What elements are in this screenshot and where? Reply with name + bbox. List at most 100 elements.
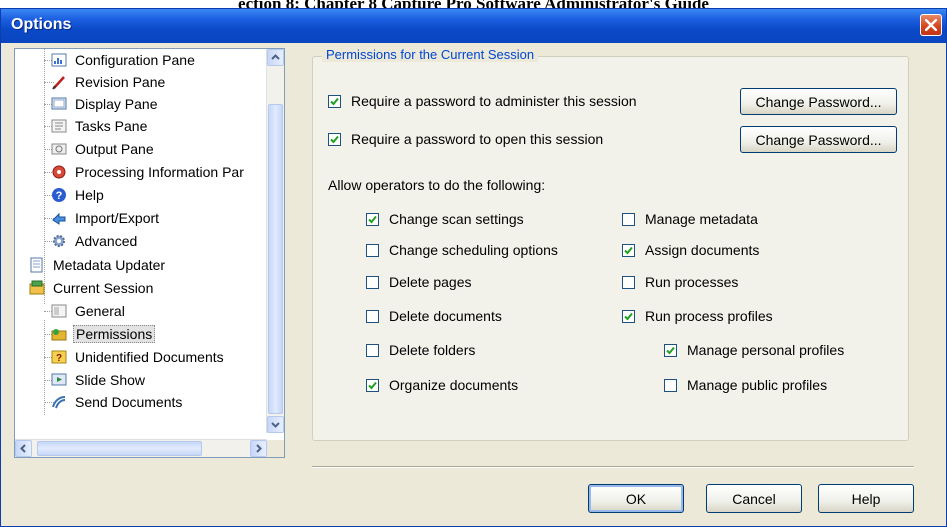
options-tree[interactable]: Configuration Pane Revision Pane Display P… [14, 48, 285, 458]
tree-item[interactable]: ? Help [51, 184, 106, 206]
tree-item-label: Permissions [73, 325, 156, 343]
tasks-pane-icon [51, 119, 67, 133]
scroll-down-button[interactable] [267, 416, 284, 433]
close-button[interactable] [920, 14, 942, 36]
unidentified-documents-icon: ? [51, 350, 67, 364]
checkmark-icon [330, 135, 339, 143]
processing-information-icon [52, 165, 66, 179]
tree-item[interactable]: Send Documents [51, 391, 184, 413]
tree-item[interactable]: Output Pane [51, 138, 156, 160]
tree-horizontal-scrollbar[interactable] [15, 439, 267, 457]
tree-item-label: Tasks Pane [75, 118, 148, 134]
scroll-left-button[interactable] [15, 440, 32, 457]
permission-option-checkbox[interactable]: Change scan settings [366, 211, 524, 227]
allow-operators-label: Allow operators to do the following: [328, 177, 546, 193]
permission-option-checkbox[interactable]: Run processes [622, 274, 738, 290]
checkmark-icon [368, 381, 377, 389]
tree-vertical-scrollbar[interactable] [266, 49, 284, 433]
tree-item[interactable]: Processing Information Par [51, 161, 246, 183]
checkbox-box[interactable] [664, 378, 677, 392]
cancel-button[interactable]: Cancel [706, 484, 802, 513]
permission-option-checkbox[interactable]: Delete documents [366, 308, 502, 324]
output-pane-icon [51, 143, 67, 155]
checkbox-label: Manage personal profiles [687, 342, 845, 358]
tree-item[interactable]: Revision Pane [51, 71, 167, 93]
checkbox-box[interactable] [622, 275, 635, 289]
page-heading-fragment: ection 8: Chapter 8 Capture Pro Software… [0, 0, 947, 8]
permission-option-checkbox[interactable]: Change scheduling options [366, 242, 558, 258]
checkbox-label: Change scan settings [389, 211, 524, 227]
arrow-right-icon [256, 444, 262, 453]
checkmark-icon [330, 97, 339, 105]
permission-option-checkbox[interactable]: Run process profiles [622, 308, 773, 324]
tree-item[interactable]: Slide Show [51, 369, 147, 391]
tree-item[interactable]: Display Pane [51, 93, 160, 115]
scroll-right-button[interactable] [250, 440, 267, 457]
permission-option-checkbox[interactable]: Delete folders [366, 342, 475, 358]
help-icon: ? [52, 188, 66, 202]
tree-item[interactable]: Permissions [51, 323, 156, 345]
tree-item[interactable]: Current Session [29, 277, 155, 299]
tree-item-label: Send Documents [75, 394, 183, 410]
horizontal-scroll-thumb[interactable] [37, 441, 202, 456]
tree-item[interactable]: Advanced [51, 230, 139, 252]
tree-item[interactable]: Tasks Pane [51, 115, 149, 137]
permission-option-checkbox[interactable]: Organize documents [366, 377, 518, 393]
checkbox-label: Require a password to administer this se… [351, 93, 637, 109]
require-open-password-checkbox[interactable]: Require a password to open this session [328, 131, 603, 147]
revision-pane-icon [52, 76, 65, 90]
checkbox-label: Manage metadata [645, 211, 758, 227]
tree-item[interactable]: Configuration Pane [51, 49, 197, 71]
checkbox-label: Organize documents [389, 377, 519, 393]
tree-item-label: Current Session [53, 280, 154, 296]
checkbox-label: Delete documents [389, 308, 502, 324]
checkbox-label: Run processes [645, 274, 739, 290]
permission-option-checkbox[interactable]: Assign documents [622, 242, 759, 258]
scroll-up-button[interactable] [267, 49, 284, 66]
general-icon [51, 304, 67, 318]
permission-option-checkbox[interactable]: Delete pages [366, 274, 472, 290]
scroll-thumb[interactable] [268, 104, 283, 414]
help-button[interactable]: Help [818, 484, 914, 513]
ok-button[interactable]: OK [588, 484, 684, 513]
permission-option-checkbox[interactable]: Manage public profiles [664, 377, 827, 393]
arrow-left-icon [20, 444, 26, 453]
tree-item[interactable]: ? Unidentified Documents [51, 346, 226, 368]
permission-option-checkbox[interactable]: Manage personal profiles [664, 342, 844, 358]
arrow-up-icon [271, 54, 280, 60]
checkbox-box[interactable] [366, 243, 379, 257]
tree-item[interactable]: Metadata Updater [29, 254, 167, 276]
checkbox-box[interactable] [622, 309, 635, 323]
display-pane-icon [51, 97, 67, 110]
checkbox-box[interactable] [366, 212, 379, 226]
checkbox-box[interactable] [622, 243, 635, 257]
title-bar[interactable]: Options [1, 9, 946, 43]
checkbox-box[interactable] [328, 132, 341, 146]
tree-item-label: Configuration Pane [75, 52, 195, 68]
close-icon [925, 19, 937, 31]
checkbox-box[interactable] [328, 94, 341, 108]
change-admin-password-button[interactable]: Change Password... [740, 88, 897, 115]
tree-item-label: Slide Show [75, 372, 146, 388]
tree-item-label: Display Pane [75, 96, 158, 112]
import-export-icon [52, 212, 66, 225]
tree-item[interactable]: General [51, 300, 127, 322]
checkbox-box[interactable] [366, 378, 379, 392]
tree-item[interactable]: Import/Export [51, 207, 161, 229]
checkmark-icon [368, 215, 377, 223]
configuration-pane-icon [51, 53, 67, 67]
require-admin-password-checkbox[interactable]: Require a password to administer this se… [328, 93, 637, 109]
checkbox-box[interactable] [366, 343, 379, 357]
checkbox-box[interactable] [622, 212, 635, 226]
svg-text:?: ? [56, 353, 62, 364]
dialog-separator [312, 466, 914, 468]
checkbox-box[interactable] [664, 343, 677, 357]
checkbox-box[interactable] [366, 309, 379, 323]
metadata-updater-icon [30, 257, 43, 273]
checkbox-box[interactable] [366, 275, 379, 289]
checkmark-icon [624, 312, 633, 320]
tree-item-label: Unidentified Documents [75, 349, 224, 365]
change-open-password-button[interactable]: Change Password... [740, 126, 897, 153]
permission-option-checkbox[interactable]: Manage metadata [622, 211, 758, 227]
tree-item-label: Help [75, 187, 104, 203]
